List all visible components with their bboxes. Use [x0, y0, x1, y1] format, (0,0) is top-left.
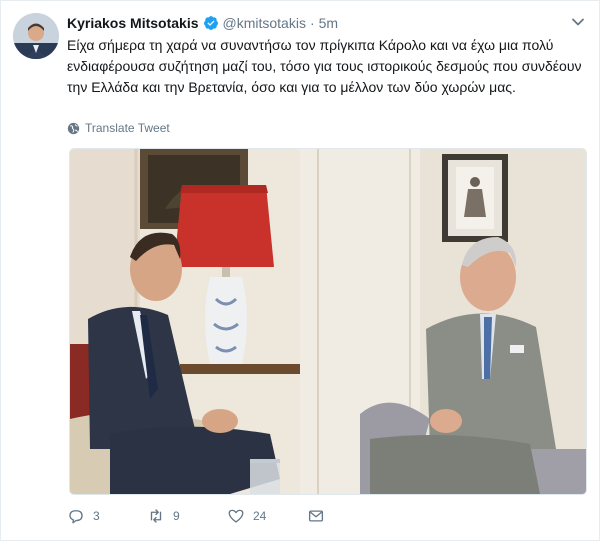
author-name[interactable]: Kyriakos Mitsotakis [67, 15, 199, 31]
tweet-photo[interactable] [69, 148, 587, 495]
tweet-text: Είχα σήμερα τη χαρά να συναντήσω τον πρί… [67, 37, 582, 95]
reply-button[interactable]: 3 [67, 507, 147, 525]
envelope-icon [308, 510, 324, 522]
retweet-button[interactable]: 9 [147, 507, 227, 525]
chevron-down-icon[interactable] [571, 15, 585, 29]
tweet-actions: 3 9 24 [67, 505, 325, 527]
like-button[interactable]: 24 [227, 507, 307, 525]
retweet-icon [150, 509, 162, 523]
author-handle[interactable]: @kmitsotakis [223, 15, 306, 31]
tweet-timestamp[interactable]: 5m [319, 15, 338, 31]
like-count: 24 [253, 509, 267, 523]
heart-icon [228, 509, 244, 523]
direct-message-button[interactable] [307, 507, 325, 525]
separator-dot: · [309, 15, 315, 31]
verified-badge-icon [203, 16, 218, 30]
avatar[interactable] [13, 13, 59, 59]
meeting-photo [70, 149, 586, 494]
tweet-header: Kyriakos Mitsotakis @kmitsotakis · 5m [67, 13, 569, 33]
reply-icon [69, 510, 83, 524]
globe-icon [67, 122, 80, 134]
retweet-count: 9 [173, 509, 180, 523]
avatar-image [13, 13, 59, 59]
reply-count: 3 [93, 509, 100, 523]
tweet-card[interactable]: Kyriakos Mitsotakis @kmitsotakis · 5m Εί… [0, 0, 600, 541]
translate-tweet-link[interactable]: Translate Tweet [67, 121, 170, 135]
translate-label: Translate Tweet [85, 121, 170, 135]
